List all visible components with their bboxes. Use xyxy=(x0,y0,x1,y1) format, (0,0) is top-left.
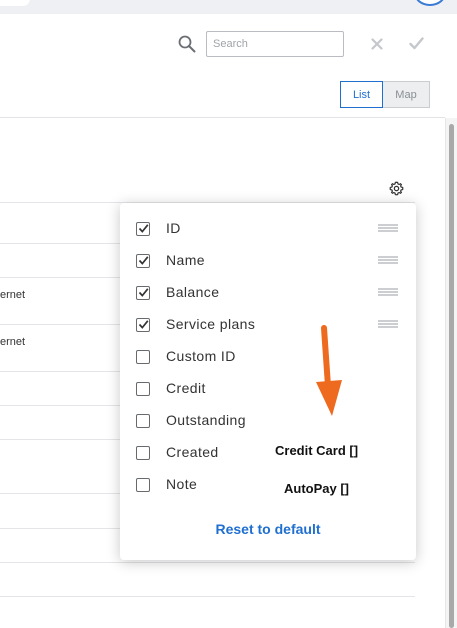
table-cell: ernet xyxy=(0,289,26,301)
gear-icon[interactable] xyxy=(389,181,404,196)
checkbox[interactable] xyxy=(136,414,150,428)
search-input[interactable] xyxy=(206,31,344,57)
map-view-button[interactable]: Map xyxy=(383,81,430,108)
checkbox[interactable] xyxy=(136,382,150,396)
column-option-label: Outstanding xyxy=(166,412,246,428)
autopay-annotation: AutoPay [] xyxy=(284,481,349,496)
arrow-down-icon xyxy=(316,325,342,416)
column-option-credit[interactable]: Credit xyxy=(120,378,416,402)
top-bar xyxy=(0,0,457,14)
column-option-label: ID xyxy=(166,220,181,236)
check-icon xyxy=(138,224,149,233)
column-settings-popover: ID Name Balance Service plans Custom ID … xyxy=(120,203,416,560)
view-toggle: List Map xyxy=(340,81,430,108)
table-row-divider xyxy=(0,562,415,563)
column-option-note[interactable]: Note xyxy=(120,474,416,498)
column-option-label: Credit xyxy=(166,380,206,396)
table-cell: ernet xyxy=(0,336,26,348)
column-option-name[interactable]: Name xyxy=(120,250,416,274)
table-row-divider xyxy=(0,596,415,597)
drag-handle-icon[interactable] xyxy=(378,320,398,330)
avatar[interactable] xyxy=(414,0,446,6)
checkbox[interactable] xyxy=(136,446,150,460)
checkbox[interactable] xyxy=(136,350,150,364)
check-icon xyxy=(138,256,149,265)
drag-handle-icon[interactable] xyxy=(378,224,398,234)
check-icon xyxy=(138,320,149,329)
column-option-id[interactable]: ID xyxy=(120,218,416,242)
column-option-balance[interactable]: Balance xyxy=(120,282,416,306)
checkbox[interactable] xyxy=(136,286,150,300)
column-option-label: Balance xyxy=(166,284,220,300)
column-option-label: Note xyxy=(166,476,198,492)
drag-handle-icon[interactable] xyxy=(378,288,398,298)
scrollbar-thumb[interactable] xyxy=(449,124,454,628)
column-option-label: Created xyxy=(166,444,219,460)
close-icon[interactable] xyxy=(371,38,383,50)
check-icon[interactable] xyxy=(409,37,424,50)
checkbox[interactable] xyxy=(136,222,150,236)
column-option-custom-id[interactable]: Custom ID xyxy=(120,346,416,370)
check-icon xyxy=(138,288,149,297)
column-option-label: Custom ID xyxy=(166,348,236,364)
column-option-label: Service plans xyxy=(166,316,256,332)
column-option-label: Name xyxy=(166,252,205,268)
column-option-created[interactable]: Created xyxy=(120,442,416,466)
header-divider xyxy=(0,117,445,118)
column-option-service-plans[interactable]: Service plans xyxy=(120,314,416,338)
column-option-outstanding[interactable]: Outstanding xyxy=(120,410,416,434)
search-icon[interactable] xyxy=(178,35,196,53)
checkbox[interactable] xyxy=(136,478,150,492)
reset-to-default-link[interactable]: Reset to default xyxy=(120,521,416,537)
checkbox[interactable] xyxy=(136,318,150,332)
drag-handle-icon[interactable] xyxy=(378,256,398,266)
top-bar-tab[interactable] xyxy=(0,0,30,6)
list-view-button[interactable]: List xyxy=(340,81,383,108)
credit-card-annotation: Credit Card [] xyxy=(275,443,359,458)
checkbox[interactable] xyxy=(136,254,150,268)
